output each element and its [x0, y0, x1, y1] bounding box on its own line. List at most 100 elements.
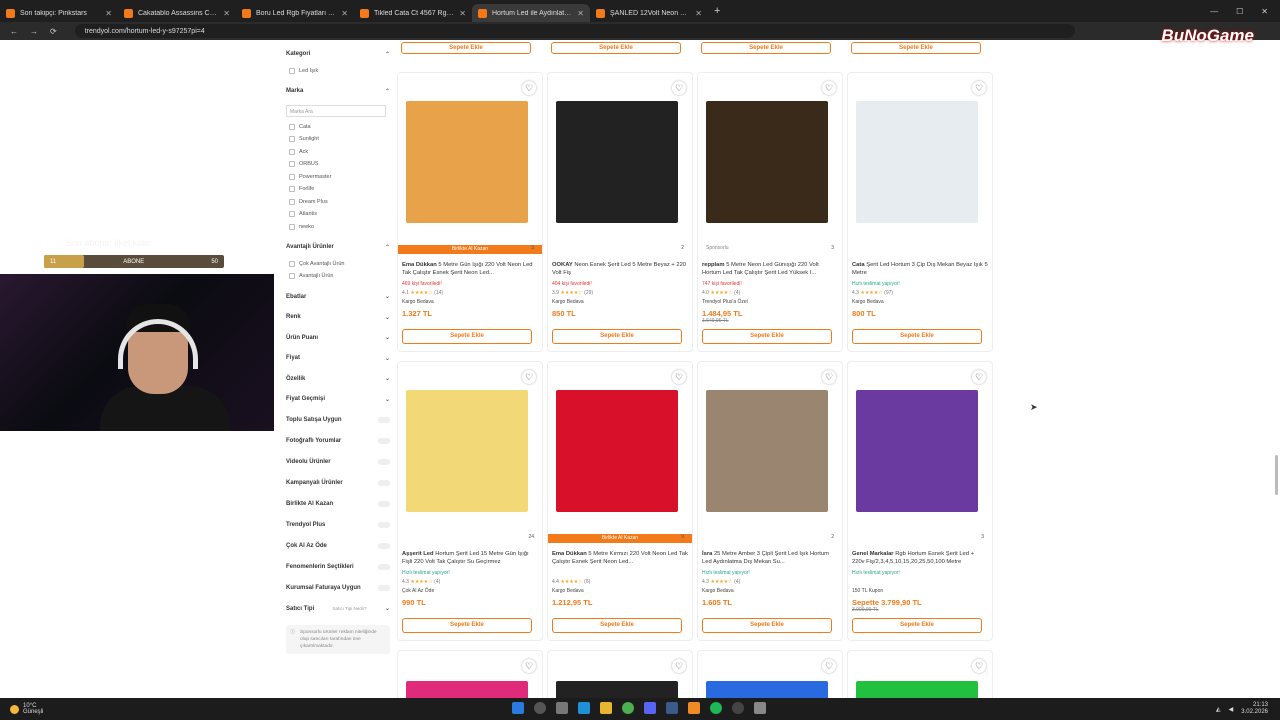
filter-toggle-row[interactable]: Kurumsal Faturaya Uygun	[286, 578, 390, 599]
brand-search-input[interactable]: Marka Ara	[286, 104, 386, 117]
filter-toggle-row[interactable]: Trendyol Plus	[286, 515, 390, 536]
reload-icon[interactable]: ⟳	[50, 27, 57, 36]
heart-icon[interactable]: ♡	[522, 659, 536, 673]
product-image[interactable]	[856, 390, 978, 512]
browser-tab[interactable]: Hortum Led ile Aydınlatma ✕	[472, 4, 590, 22]
filter-header[interactable]: Renk ⌄	[286, 307, 390, 328]
chrome-icon[interactable]	[622, 702, 634, 714]
filter-checkbox-item[interactable]: Ack	[286, 146, 390, 159]
product-card[interactable]: ♡ Cata Şerit Led Hortum 3 Çip Dış Mekan B…	[847, 72, 993, 352]
add-to-cart-button[interactable]: Sepete Ekle	[852, 329, 982, 344]
app-icon[interactable]	[754, 702, 766, 714]
filter-checkbox-item[interactable]: Sunlight	[286, 133, 390, 146]
task-view-icon[interactable]	[556, 702, 568, 714]
toggle-switch[interactable]	[378, 564, 390, 570]
filter-toggle-row[interactable]: Çok Al Az Öde	[286, 536, 390, 557]
add-to-cart-button[interactable]: Sepete Ekle	[701, 42, 831, 54]
filter-header[interactable]: Ebatlar ⌄	[286, 287, 390, 308]
back-icon[interactable]: ←	[10, 27, 18, 36]
close-tab-icon[interactable]: ✕	[459, 9, 466, 18]
filter-toggle-row[interactable]: Fotoğraflı Yorumlar	[286, 431, 390, 452]
edge-icon[interactable]	[578, 702, 590, 714]
filter-header[interactable]: Ürün Puanı ⌄	[286, 328, 390, 349]
close-tab-icon[interactable]: ✕	[223, 9, 230, 18]
filter-checkbox-item[interactable]: Cata	[286, 121, 390, 134]
filter-header-marka[interactable]: Marka ⌃	[286, 81, 390, 102]
add-to-cart-button[interactable]: Sepete Ekle	[851, 42, 981, 54]
filter-header-satici[interactable]: Satıcı Tipi Satıcı Tipi Nedir? ⌄	[286, 599, 390, 620]
heart-icon[interactable]: ♡	[972, 81, 986, 95]
close-window-button[interactable]: ✕	[1261, 7, 1268, 16]
forward-icon[interactable]: →	[30, 27, 38, 36]
add-to-cart-button[interactable]: Sepete Ekle	[552, 329, 682, 344]
checkbox[interactable]	[289, 260, 295, 267]
heart-icon[interactable]: ♡	[672, 659, 686, 673]
product-image[interactable]	[856, 101, 978, 223]
filter-header-kategori[interactable]: Kategori ⌃	[286, 44, 390, 65]
product-card[interactable]: ♡ 3 Genel Markalar Rgb Hortum Esnek Şerit …	[847, 361, 993, 641]
product-title[interactable]: repplam 5 Metre Neon Led Günışığı 220 Vo…	[702, 261, 838, 277]
product-title[interactable]: Cata Şerit Led Hortum 3 Çip Dış Mekan Be…	[852, 261, 988, 277]
checkbox[interactable]	[289, 148, 295, 155]
add-to-cart-button[interactable]: Sepete Ekle	[852, 618, 982, 633]
checkbox[interactable]	[289, 173, 295, 180]
heart-icon[interactable]: ♡	[672, 370, 686, 384]
product-card[interactable]: ♡ Birlikte Al Kazan 9 Ema Dükkan 5 Metre Kı…	[547, 361, 693, 641]
weather-widget[interactable]: 10°C Güneşli	[0, 703, 200, 715]
browser-tab[interactable]: Cakatablo Assassins Creed Oky ✕	[118, 4, 236, 22]
checkbox[interactable]	[289, 161, 295, 168]
browser-tab[interactable]: Tikled Cata Ct 4567 Rgb Pixel H ✕	[354, 4, 472, 22]
toggle-switch[interactable]	[378, 459, 390, 465]
volume-icon[interactable]: ◀	[1229, 706, 1234, 713]
new-tab-button[interactable]: +	[708, 5, 726, 17]
app-icon[interactable]	[688, 702, 700, 714]
network-icon[interactable]: ◭	[1216, 706, 1221, 713]
filter-toggle-row[interactable]: Videolu Ürünler	[286, 452, 390, 473]
filter-checkbox-item[interactable]: Çok Avantajlı Ürün	[286, 258, 390, 271]
filter-toggle-row[interactable]: Kampanyalı Ürünler	[286, 473, 390, 494]
product-image[interactable]	[556, 101, 678, 223]
start-icon[interactable]	[512, 702, 524, 714]
filter-toggle-row[interactable]: Fenomenlerin Seçtikleri	[286, 557, 390, 578]
filter-checkbox-item[interactable]: Led Işık	[286, 65, 390, 78]
product-card[interactable]: ♡ 2 İsra 25 Metre Amber 3 Çipli Şerit Led …	[697, 361, 843, 641]
filter-checkbox-item[interactable]: Avantajlı Ürün	[286, 270, 390, 283]
product-card[interactable]: ♡ Birlikte Al Kazan 3 Ema Dükkan 5 Metre Gü…	[397, 72, 543, 352]
filter-header[interactable]: Özellik ⌄	[286, 369, 390, 390]
close-tab-icon[interactable]: ✕	[341, 9, 348, 18]
add-to-cart-button[interactable]: Sepete Ekle	[402, 618, 532, 633]
product-image[interactable]	[406, 101, 528, 223]
toggle-switch[interactable]	[378, 522, 390, 528]
filter-checkbox-item[interactable]: Forlife	[286, 183, 390, 196]
product-image[interactable]	[706, 390, 828, 512]
browser-tab[interactable]: Son takipçi: Pinkstars ✕	[0, 4, 118, 22]
heart-icon[interactable]: ♡	[972, 659, 986, 673]
add-to-cart-button[interactable]: Sepete Ekle	[551, 42, 681, 54]
spotify-icon[interactable]	[710, 702, 722, 714]
toggle-switch[interactable]	[378, 501, 390, 507]
filter-toggle-row[interactable]: Toplu Satışa Uygun	[286, 410, 390, 431]
minimize-button[interactable]: —	[1210, 7, 1218, 16]
filter-header-avantajli[interactable]: Avantajlı Ürünler ⌃	[286, 237, 390, 258]
product-image[interactable]	[556, 390, 678, 512]
product-image[interactable]	[406, 390, 528, 512]
url-input[interactable]: trendyol.com/hortum-led-y-s97257pi=4	[74, 24, 1075, 38]
heart-icon[interactable]: ♡	[522, 370, 536, 384]
checkbox[interactable]	[289, 123, 295, 130]
toggle-switch[interactable]	[378, 480, 390, 486]
add-to-cart-button[interactable]: Sepete Ekle	[702, 618, 832, 633]
heart-icon[interactable]: ♡	[822, 659, 836, 673]
product-title[interactable]: İsra 25 Metre Amber 3 Çipli Şerit Led Iş…	[702, 550, 838, 566]
filter-checkbox-item[interactable]: neeko	[286, 221, 390, 234]
seller-type-hint-link[interactable]: Satıcı Tipi Nedir?	[332, 606, 366, 611]
product-image[interactable]	[706, 101, 828, 223]
product-card[interactable]: ♡ 2 OOKAY Neon Esnek Şerit Led 5 Metre Bey…	[547, 72, 693, 352]
maximize-button[interactable]: ☐	[1236, 7, 1243, 16]
filter-checkbox-item[interactable]: Powermaster	[286, 171, 390, 184]
heart-icon[interactable]: ♡	[972, 370, 986, 384]
product-card[interactable]: ♡ 24 Aşşerit Led Hortum Şerit Led 15 Metre…	[397, 361, 543, 641]
add-to-cart-button[interactable]: Sepete Ekle	[552, 618, 682, 633]
heart-icon[interactable]: ♡	[822, 81, 836, 95]
add-to-cart-button[interactable]: Sepete Ekle	[702, 329, 832, 344]
product-title[interactable]: Aşşerit Led Hortum Şerit Led 15 Metre Gü…	[402, 550, 538, 566]
